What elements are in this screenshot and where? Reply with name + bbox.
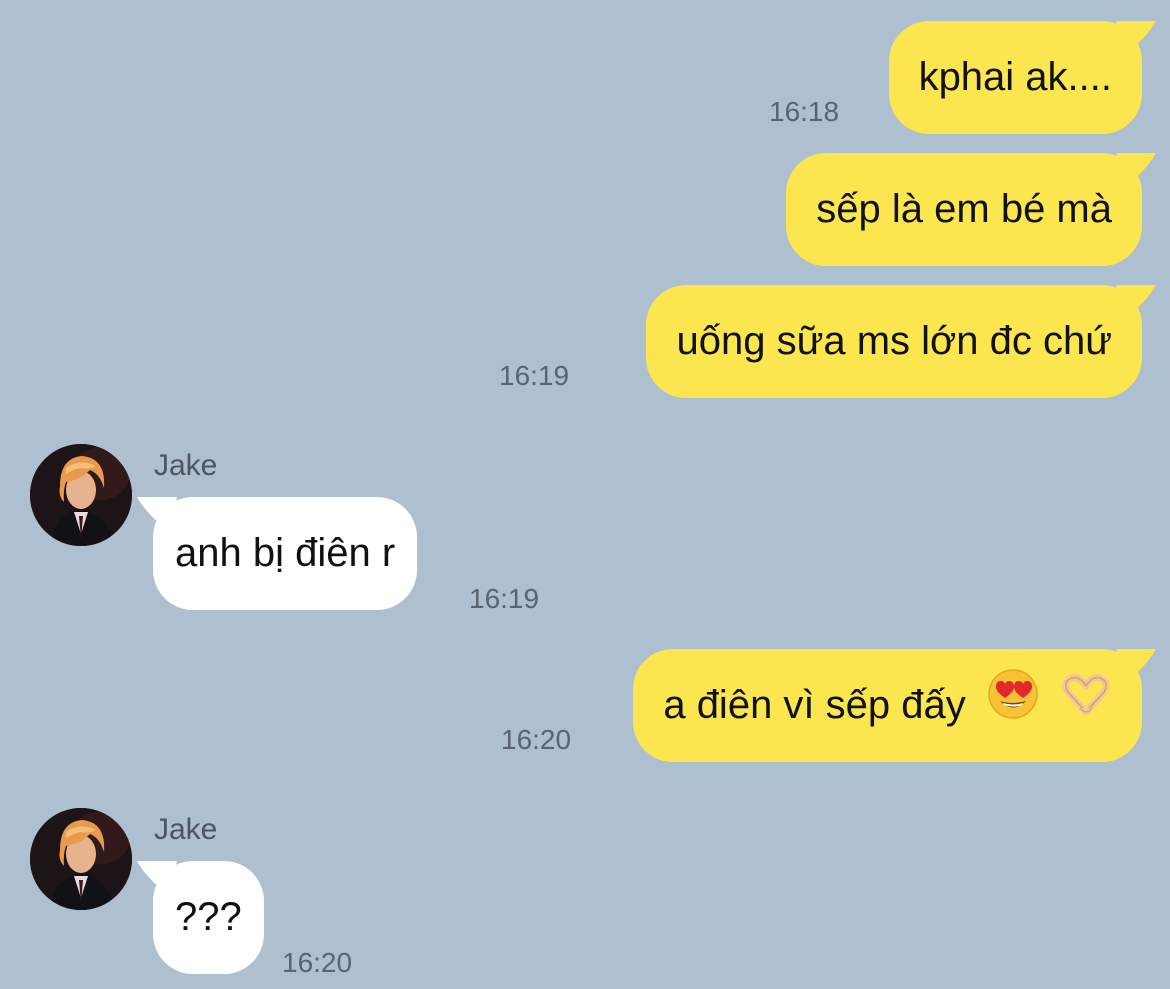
- bubble-tail: [1116, 285, 1156, 319]
- bubble-tail: [1116, 153, 1156, 187]
- avatar[interactable]: [30, 808, 132, 910]
- avatar[interactable]: [30, 444, 132, 546]
- message-time: 16:18: [769, 96, 840, 127]
- outgoing-message-bubble[interactable]: uống sữa ms lớn đc chứ: [646, 285, 1156, 398]
- incoming-message-bubble[interactable]: anh bị điên r: [137, 497, 418, 610]
- message-text: sếp là em bé mà: [816, 187, 1112, 231]
- avatar-image: [30, 808, 132, 910]
- outgoing-message-bubble[interactable]: sếp là em bé mà: [786, 153, 1156, 266]
- outgoing-message-bubble[interactable]: a điên vì sếp đấy: [633, 649, 1156, 764]
- message-text: a điên vì sếp đấy: [663, 683, 966, 727]
- message-time: 16:20: [501, 724, 572, 755]
- message-text: kphai ak....: [918, 55, 1112, 99]
- message-time: 16:20: [282, 947, 353, 978]
- outgoing-message-bubble[interactable]: kphai ak....: [888, 21, 1156, 134]
- message-text: anh bị điên r: [175, 531, 396, 575]
- avatar-image: [30, 444, 132, 546]
- message-text: uống sữa ms lớn đc chứ: [676, 319, 1112, 363]
- message-text: ???: [175, 895, 242, 939]
- sender-name: Jake: [154, 813, 218, 846]
- bubble-tail: [137, 861, 177, 895]
- sender-name: Jake: [154, 449, 218, 482]
- bubble-tail: [137, 497, 177, 531]
- message-time: 16:19: [499, 360, 570, 391]
- bubble-tail: [1116, 649, 1156, 683]
- heart-eyes-emoji: [987, 651, 1039, 764]
- bubble-tail: [1116, 21, 1156, 55]
- message-time: 16:19: [469, 583, 540, 614]
- incoming-message-bubble[interactable]: ???: [137, 861, 264, 974]
- chat-view: 16:18 kphai ak.... sếp là em bé mà 16:19…: [0, 0, 1170, 989]
- heart-hands-emoji: [1060, 651, 1112, 764]
